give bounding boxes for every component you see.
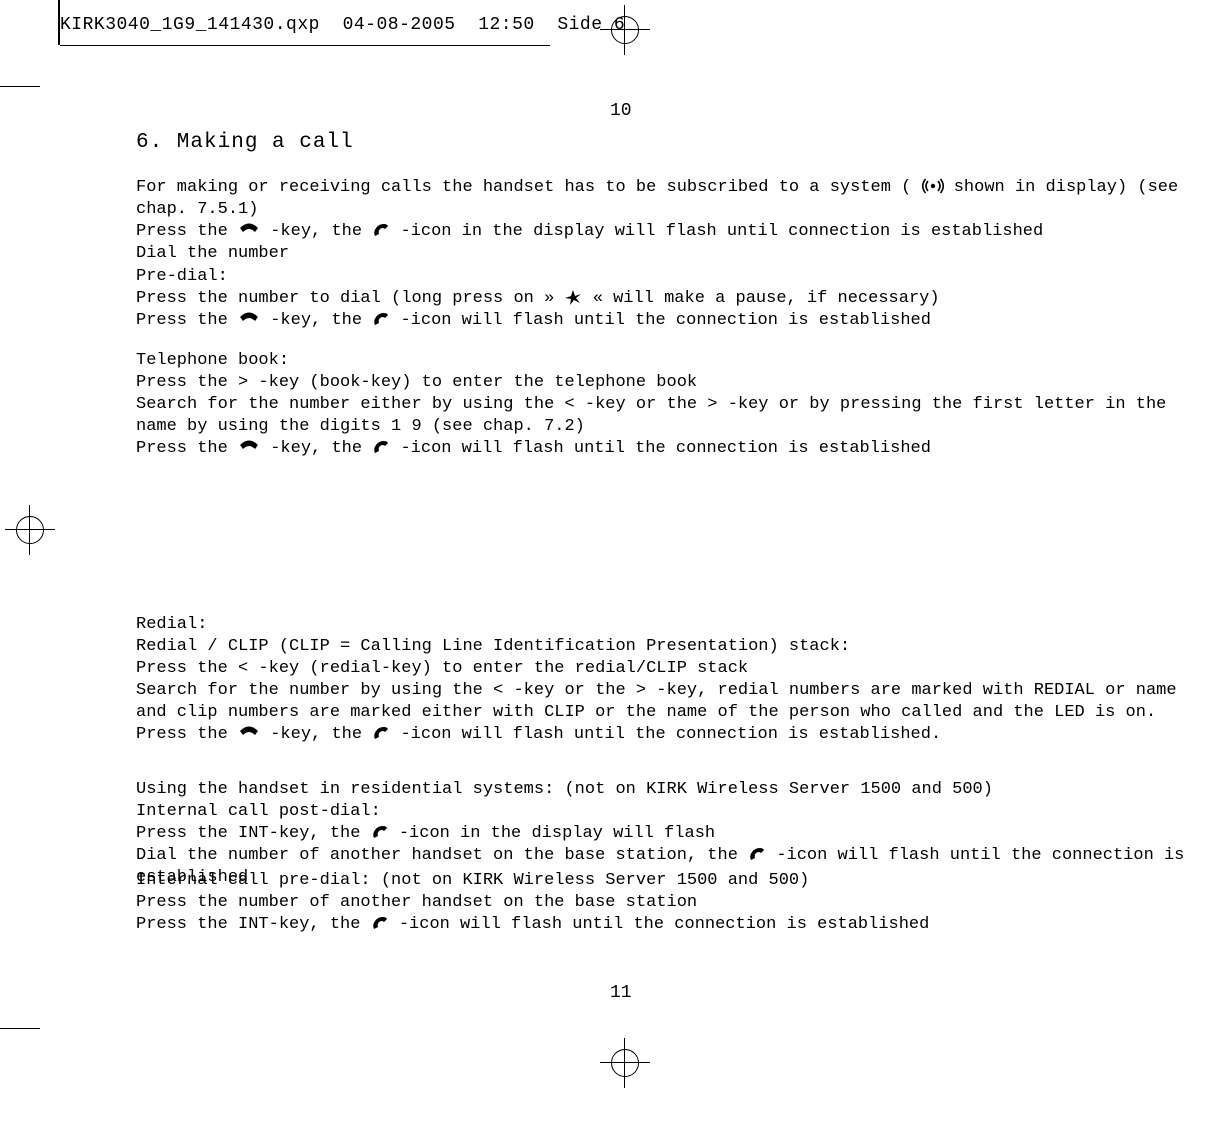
hook-key-icon [238, 725, 260, 741]
crop-tick-left-bottom [0, 1028, 40, 1029]
intro-paragraph: For making or receiving calls the handse… [136, 177, 1206, 265]
text: Internal call post-dial: [136, 801, 1206, 823]
header-date: 04-08-2005 [343, 15, 456, 35]
hook-icon [748, 846, 766, 862]
hook-icon [372, 222, 390, 238]
text: Press the [136, 439, 238, 458]
text: Press the INT-key, the [136, 824, 371, 843]
text: Press the INT-key, the [136, 915, 371, 934]
text: -icon will flash until the connection is… [400, 439, 931, 458]
crop-tick-left-top [0, 86, 40, 87]
hook-key-icon [238, 222, 260, 238]
text: « will make a pause, if necessary) [593, 289, 940, 308]
subheading: Internal call pre-dial: (not on KIRK Wir… [136, 870, 1206, 892]
text: -icon will flash until the connection is… [400, 311, 931, 330]
text: Search for the number either by using th… [136, 394, 1206, 438]
hook-icon [372, 311, 390, 327]
phonebook-paragraph: Telephone book: Press the > -key (book-k… [136, 350, 1206, 460]
hook-key-icon [238, 311, 260, 327]
signal-icon [922, 178, 944, 194]
text: Redial / CLIP (CLIP = Calling Line Ident… [136, 636, 1206, 658]
text: -key, the [270, 222, 372, 241]
hook-icon [371, 915, 389, 931]
text: Dial the number [136, 243, 1206, 265]
text: -key, the [270, 439, 372, 458]
page-number-bottom: 11 [610, 983, 632, 1003]
text: Dial the number of another handset on th… [136, 846, 748, 865]
predial-paragraph: Pre-dial: Press the number to dial (long… [136, 266, 1206, 332]
text: -icon in the display will flash [399, 824, 715, 843]
redial-paragraph: Redial: Redial / CLIP (CLIP = Calling Li… [136, 614, 1206, 747]
text: -icon in the display will flash until co… [400, 222, 1043, 241]
crop-mark-horizontal [60, 45, 550, 46]
text: -key, the [270, 725, 372, 744]
subheading: Redial: [136, 614, 1206, 636]
subheading: Pre-dial: [136, 266, 1206, 288]
text: Press the > -key (book-key) to enter the… [136, 372, 1206, 394]
internal-predial-paragraph: Internal call pre-dial: (not on KIRK Wir… [136, 870, 1206, 936]
text: Press the number to dial (long press on … [136, 289, 554, 308]
subheading: Telephone book: [136, 350, 1206, 372]
text: Press the [136, 311, 238, 330]
registration-mark-left [5, 505, 55, 555]
text: Press the [136, 222, 238, 241]
text: Search for the number by using the < -ke… [136, 680, 1206, 724]
text: Press the number of another handset on t… [136, 892, 1206, 914]
page-number-top: 10 [610, 101, 632, 121]
header-time: 12:50 [478, 15, 535, 35]
star-key-icon [564, 289, 582, 305]
header-filename: KIRK3040_1G9_141430.qxp [60, 15, 320, 35]
hook-key-icon [238, 439, 260, 455]
text: -key, the [270, 311, 372, 330]
subheading: Using the handset in residential systems… [136, 779, 1206, 801]
hook-icon [372, 725, 390, 741]
header-side: Side 6 [557, 15, 625, 35]
text: For making or receiving calls the handse… [136, 178, 922, 197]
print-header: KIRK3040_1G9_141430.qxp 04-08-2005 12:50… [60, 15, 625, 35]
text: Press the < -key (redial-key) to enter t… [136, 658, 1206, 680]
hook-icon [372, 439, 390, 455]
hook-icon [371, 824, 389, 840]
registration-mark-bottom [600, 1038, 650, 1088]
text: -icon will flash until the connection is… [400, 725, 941, 744]
text: Press the [136, 725, 238, 744]
section-heading: 6. Making a call [136, 131, 354, 154]
text: -icon will flash until the connection is… [399, 915, 930, 934]
